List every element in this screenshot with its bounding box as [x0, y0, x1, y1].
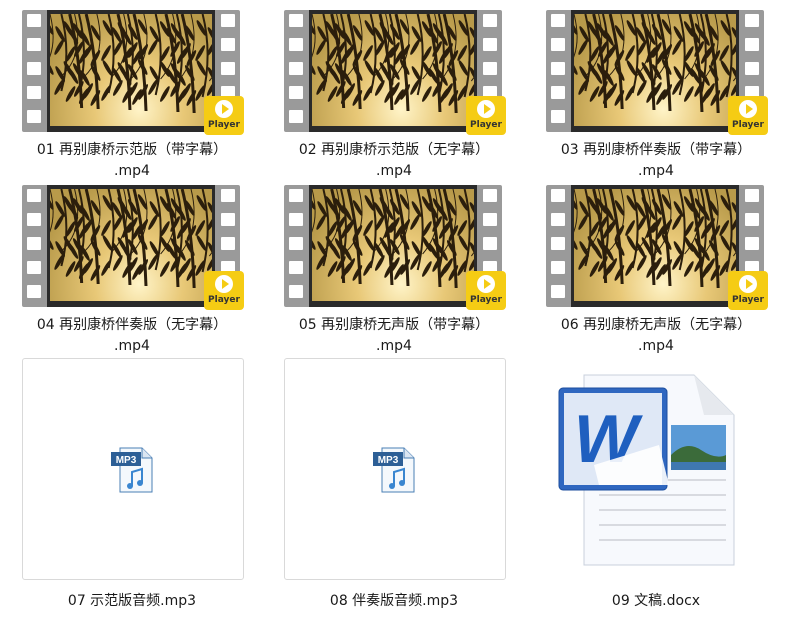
- video-thumbnail: Player: [22, 10, 244, 135]
- svg-text:MP3: MP3: [116, 455, 137, 466]
- file-name: 05 再别康桥无声版（带字幕） .mp4: [298, 317, 490, 354]
- file-name: 03 再别康桥伴奏版（带字幕） .mp4: [560, 142, 752, 179]
- word-document-icon: W: [558, 374, 735, 566]
- mp3-file-icon: MP3: [111, 447, 153, 493]
- play-icon: [215, 275, 233, 293]
- file-name: 02 再别康桥示范版（无字幕） .mp4: [298, 142, 490, 179]
- file-name: 09 文稿.docx: [611, 593, 701, 609]
- video-thumbnail: Player: [22, 185, 244, 310]
- video-thumbnail: Player: [546, 10, 768, 135]
- play-icon: [477, 275, 495, 293]
- file-name: 07 示范版音频.mp3: [67, 593, 197, 609]
- svg-text:MP3: MP3: [378, 455, 399, 466]
- file-name: 08 伴奏版音频.mp3: [329, 593, 459, 609]
- file-name: 01 再别康桥示范版（带字幕） .mp4: [36, 142, 228, 179]
- player-badge-icon: Player: [466, 96, 506, 135]
- mp3-file-icon: MP3: [373, 447, 415, 493]
- file-name: 06 再别康桥无声版（无字幕） .mp4: [560, 317, 752, 354]
- play-icon: [739, 275, 757, 293]
- play-icon: [739, 100, 757, 118]
- player-badge-icon: Player: [204, 271, 244, 310]
- audio-thumbnail: MP3: [22, 358, 244, 580]
- play-icon: [477, 100, 495, 118]
- player-badge-icon: Player: [728, 96, 768, 135]
- video-thumbnail: Player: [284, 10, 506, 135]
- player-badge-icon: Player: [728, 271, 768, 310]
- file-name: 04 再别康桥伴奏版（无字幕） .mp4: [36, 317, 228, 354]
- video-thumbnail: Player: [284, 185, 506, 310]
- player-badge-icon: Player: [466, 271, 506, 310]
- play-icon: [215, 100, 233, 118]
- video-thumbnail: Player: [546, 185, 768, 310]
- player-badge-icon: Player: [204, 96, 244, 135]
- audio-thumbnail: MP3: [284, 358, 506, 580]
